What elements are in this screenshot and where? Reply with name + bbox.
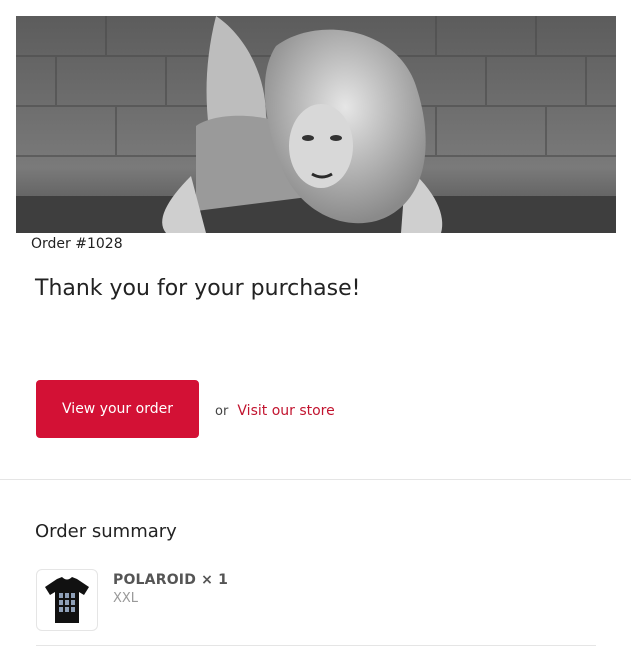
order-number: Order #1028 [31, 236, 123, 252]
order-summary-title: Order summary [35, 521, 177, 542]
visit-store-link[interactable]: Visit our store [237, 403, 334, 419]
item-title: POLAROID × 1 [113, 572, 229, 588]
thank-you-heading: Thank you for your purchase! [35, 276, 361, 301]
actions-row: View your order or Visit our store [36, 380, 335, 438]
hero-photo [16, 16, 616, 233]
view-order-button[interactable]: View your order [36, 380, 199, 438]
line-item: POLAROID × 1 XXL [36, 569, 228, 631]
tshirt-icon [45, 577, 89, 623]
item-variant: XXL [113, 591, 139, 606]
section-divider [0, 479, 631, 480]
or-label: or [215, 403, 229, 419]
order-confirmation-page: Order #1028 Thank you for your purchase!… [0, 0, 631, 648]
product-thumbnail [36, 569, 98, 631]
hero-image [16, 16, 616, 233]
item-divider [36, 645, 596, 646]
store-link-group: or Visit our store [215, 400, 335, 419]
item-info: POLAROID × 1 XXL [113, 569, 228, 606]
